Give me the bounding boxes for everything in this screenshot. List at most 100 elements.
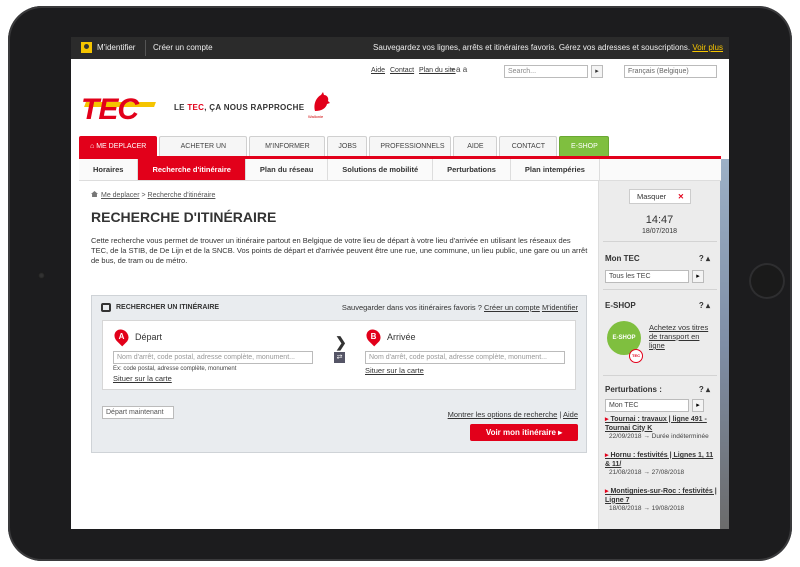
disruptions-help[interactable]: ? ▴ [699,385,710,394]
tab-jobs[interactable]: JOBS [327,136,368,156]
promo-text: Sauvegardez vos lignes, arrêts et itinér… [373,43,723,52]
swap-button[interactable]: ⇄ [334,352,345,363]
panel-title: RECHERCHER UN ITINÉRAIRE [116,304,220,311]
montec-title: Mon TEC [605,254,640,263]
subnav-intemperies[interactable]: Plan intempéries [511,159,600,180]
promo-more-link[interactable]: Voir plus [692,43,723,52]
pin-b-icon: B [363,326,384,347]
create-account-link[interactable]: Créer un compte [153,43,213,52]
montec-go-button[interactable]: ▸ [692,270,704,283]
list-item[interactable]: Tournai : travaux | ligne 491 - Tournai … [605,416,717,441]
bus-icon [101,303,111,312]
login-label: M'identifier [97,43,136,52]
arrival-map-link[interactable]: Situer sur la carte [365,366,424,375]
user-icon [81,42,92,53]
divider [603,375,717,376]
disruption-title[interactable]: Montignies-sur-Roc : festivités | Ligne … [605,488,717,505]
tab-informer[interactable]: M'INFORMER [249,136,326,156]
disruption-title[interactable]: Tournai : travaux | ligne 491 - Tournai … [605,416,717,433]
subnav-perturbations[interactable]: Perturbations [433,159,511,180]
collapse-icon: ▴ [705,254,710,263]
arrival-label: Arrivée [387,332,416,342]
subnav-horaires[interactable]: Horaires [79,159,139,180]
arrow-right-icon: ❯ [335,334,347,350]
disruption-dates: 22/09/2018 → Durée indéterminée [609,433,709,440]
screen: M'identifier Créer un compte Sauvegardez… [71,37,729,529]
hide-sidebar-button[interactable]: Masquer ✕ [629,189,691,204]
save-create-account-link[interactable]: Créer un compte [484,303,540,312]
departure-time-select[interactable]: Départ maintenant [102,406,174,419]
montec-select[interactable]: Tous les TEC [605,270,689,283]
montec-help[interactable]: ? ▴ [699,254,710,263]
submit-itinerary-button[interactable]: Voir mon itinéraire ▸ [470,424,578,441]
tab-label: ME DEPLACER [96,143,147,150]
language-select[interactable]: Français (Belgique) [624,65,717,78]
logo-text: TEC [81,93,139,126]
login-link[interactable]: M'identifier [81,42,135,53]
tab-me-deplacer[interactable]: ⌂ ME DEPLACER [79,136,158,156]
main-tabs: ⌂ ME DEPLACER ACHETER UN TITRE M'INFORME… [79,136,610,169]
top-bar: M'identifier Créer un compte Sauvegardez… [71,37,729,59]
show-options-link[interactable]: Montrer les options de recherche [448,410,558,419]
subnav-itineraire[interactable]: Recherche d'itinéraire [138,159,246,180]
pin-a-letter: A [118,332,125,341]
departure-map-link[interactable]: Situer sur la carte [113,374,172,383]
home-button[interactable] [749,263,785,299]
tagline-pre: LE [174,103,185,112]
search-options: Montrer les options de recherche | Aide [448,410,578,419]
collapse-icon: ▴ [705,301,710,310]
contact-link[interactable]: Contact [390,67,414,74]
eshop-link[interactable]: Achetez vos titres de transport en ligne [649,323,715,350]
utility-bar: Aide Contact Plan du site ▪ a a Search..… [371,63,729,81]
tec-badge-icon: TEC [629,349,643,363]
tec-logo[interactable]: TEC [81,89,159,126]
page: Aide Contact Plan du site ▪ a a Search..… [71,59,729,529]
breadcrumb: Me deplacer > Recherche d'itinéraire [91,191,215,199]
departure-hint: Ex: code postal, adresse complète, monum… [113,366,237,372]
disruptions-title: Perturbations : [605,385,662,394]
options-help-link[interactable]: Aide [563,410,578,419]
disruptions-select[interactable]: Mon TEC [605,399,689,412]
page-title: RECHERCHE D'ITINÉRAIRE [91,209,277,225]
sidebar: Masquer ✕ 14:47 18/07/2018 Mon TEC ? ▴ To… [598,181,720,529]
font-size-toggle[interactable]: ▪ a a [451,65,467,74]
breadcrumb-home[interactable]: Me deplacer [101,192,140,199]
camera [38,272,45,279]
sub-navigation: Horaires Recherche d'itinéraire Plan du … [79,159,721,181]
list-item[interactable]: Hornu : festivités | Lignes 1, 11 & 11/ … [605,452,717,477]
search-button[interactable]: ▸ [591,65,603,78]
disruptions-go-button[interactable]: ▸ [692,399,704,412]
save-login-link[interactable]: M'identifier [542,303,578,312]
breadcrumb-sep: > [141,192,146,199]
tab-eshop[interactable]: E-SHOP [559,136,610,156]
departure-label: Départ [135,332,163,342]
tagline-post: , ÇA NOUS RAPPROCHE [204,103,305,112]
itinerary-panel: RECHERCHER UN ITINÉRAIRE Sauvegarder dan… [91,295,587,453]
list-item[interactable]: Montignies-sur-Roc : festivités | Ligne … [605,488,717,513]
collapse-icon: ▴ [705,385,710,394]
clock-date: 18/07/2018 [641,228,678,235]
tab-professionnels[interactable]: PROFESSIONNELS [369,136,452,156]
eshop-help[interactable]: ? ▴ [699,301,710,310]
search-input[interactable]: Search... [504,65,588,78]
subnav-plan-reseau[interactable]: Plan du réseau [246,159,329,180]
subnav-mobilite[interactable]: Solutions de mobilité [328,159,434,180]
disruption-title[interactable]: Hornu : festivités | Lignes 1, 11 & 11/ [605,452,717,469]
tab-aide[interactable]: AIDE [453,136,498,156]
promo-message: Sauvegardez vos lignes, arrêts et itinér… [373,43,691,52]
tab-acheter[interactable]: ACHETER UN TITRE [159,136,248,169]
aide-link[interactable]: Aide [371,67,385,74]
departure-input[interactable]: Nom d'arrêt, code postal, adresse complè… [113,351,313,364]
panel-header: RECHERCHER UN ITINÉRAIRE Sauvegarder dan… [92,296,586,318]
breadcrumb-current[interactable]: Recherche d'itinéraire [148,192,216,199]
arrival-input[interactable]: Nom d'arrêt, code postal, adresse complè… [365,351,565,364]
options-sep: | [559,410,562,419]
tab-contact[interactable]: CONTACT [499,136,558,156]
home-icon [91,191,98,197]
wallonie-rooster-icon [314,92,330,111]
help-icon: ? [698,301,704,310]
close-icon: ✕ [677,192,684,201]
disruption-dates: 18/08/2018 → 19/08/2018 [609,505,685,512]
content-area: Me deplacer > Recherche d'itinéraire REC… [79,181,594,529]
intro-text: Cette recherche vous permet de trouver u… [91,236,588,265]
